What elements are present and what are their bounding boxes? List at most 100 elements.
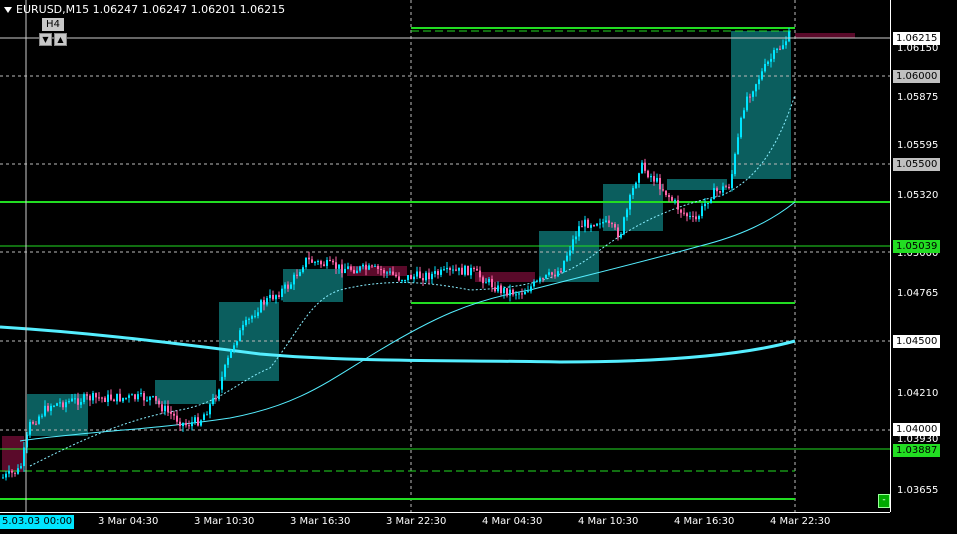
candle-body: [77, 398, 79, 405]
time-label: 4 Mar 16:30: [674, 516, 735, 527]
candle-body: [749, 96, 751, 98]
candle-body: [299, 271, 301, 276]
candle-body: [122, 397, 124, 402]
candle-body: [5, 473, 7, 478]
candle-body: [62, 402, 64, 408]
candle-body: [599, 223, 601, 225]
candle-body: [608, 220, 610, 224]
candle-body: [575, 236, 577, 240]
candle-body: [548, 272, 550, 275]
candle-body: [743, 110, 745, 118]
candle-body: [668, 195, 670, 198]
candle-body: [281, 288, 283, 297]
time-axis[interactable]: 5.03.03 00:00 3 Mar 04:30 3 Mar 10:30 3 …: [0, 512, 890, 534]
ma-medium: [19, 201, 796, 442]
candle-body: [230, 349, 232, 358]
candle-body: [443, 269, 445, 271]
menu-triangle-icon[interactable]: [4, 7, 12, 13]
candle-body: [116, 393, 118, 402]
collapse-button[interactable]: -: [878, 494, 890, 508]
candle-body: [356, 270, 358, 274]
candle-body: [701, 206, 703, 217]
candle-body: [617, 227, 619, 238]
candle-body: [509, 289, 511, 296]
moving-averages: [0, 94, 796, 467]
candle-body: [158, 400, 160, 405]
candle-body: [413, 276, 415, 280]
candle-body: [383, 270, 385, 274]
candle-body: [710, 199, 712, 203]
candle-body: [671, 197, 673, 201]
candle-body: [425, 272, 427, 281]
timeframe-down-button[interactable]: ▼: [39, 33, 52, 46]
candle-body: [392, 271, 394, 275]
triangle-up-icon: ▲: [57, 35, 64, 44]
candle-body: [227, 357, 229, 365]
candle-body: [251, 316, 253, 319]
candle-body: [206, 414, 208, 416]
candle-body: [656, 177, 658, 182]
candle-body: [8, 470, 10, 474]
candle-body: [200, 420, 202, 426]
chart-window[interactable]: EURUSD,M15 1.06247 1.06247 1.06201 1.062…: [0, 0, 957, 533]
candle-body: [212, 398, 214, 405]
ma-short: [29, 94, 796, 467]
price-chart[interactable]: [0, 0, 890, 512]
candle-body: [725, 186, 727, 188]
candle-body: [164, 405, 166, 412]
candle-body: [569, 250, 571, 256]
candle-body: [14, 472, 16, 474]
candle-body: [752, 91, 754, 97]
candle-body: [41, 415, 43, 417]
candle-body: [80, 402, 82, 405]
candle-body: [380, 269, 382, 271]
level-box: 1.06000: [893, 70, 941, 83]
ohlc-open: 1.06247: [92, 3, 139, 16]
candle-body: [707, 202, 709, 204]
candle-body: [641, 162, 643, 174]
candle-body: [515, 294, 517, 296]
candle-body: [32, 421, 34, 424]
candle-body: [506, 288, 508, 296]
candle-body: [113, 399, 115, 402]
candle-body: [2, 477, 4, 479]
candle-body: [398, 276, 400, 281]
candle-body: [692, 215, 694, 217]
candle-body: [455, 269, 457, 271]
candle-body: [143, 393, 145, 401]
time-label: 3 Mar 16:30: [290, 516, 351, 527]
candle-body: [119, 393, 121, 402]
candle-body: [536, 280, 538, 282]
candle-body: [35, 423, 37, 425]
timeframe-up-button[interactable]: ▲: [54, 33, 67, 46]
candle-body: [695, 216, 697, 220]
price-label: 1.05875: [897, 92, 939, 103]
candle-body: [620, 234, 622, 238]
candle-body: [434, 271, 436, 274]
candle-body: [533, 281, 535, 287]
candle-body: [29, 421, 31, 435]
time-label: 3 Mar 04:30: [98, 516, 159, 527]
candle-body: [629, 195, 631, 210]
candle-body: [218, 389, 220, 400]
timeframe-label[interactable]: H4: [42, 18, 64, 31]
candle-body: [716, 188, 718, 192]
candle-body: [125, 397, 127, 399]
candle-body: [491, 278, 493, 288]
triangle-down-icon: ▼: [42, 35, 49, 44]
price-axis[interactable]: 1.06215 1.06150 1.06000 1.05875 1.05595 …: [890, 0, 957, 512]
candle-body: [545, 274, 547, 279]
candle-body: [38, 416, 40, 424]
candle-body: [89, 395, 91, 401]
candle-body: [440, 269, 442, 275]
candle-body: [176, 415, 178, 422]
candle-body: [104, 397, 106, 402]
level-box: 1.05500: [893, 158, 941, 171]
candle-body: [530, 286, 532, 292]
ohlc-low: 1.06201: [190, 3, 237, 16]
timeframe-widget: H4 ▼ ▲: [39, 18, 70, 48]
candle-body: [602, 221, 604, 224]
candle-body: [311, 259, 313, 263]
candle-body: [674, 200, 676, 202]
candle-body: [335, 262, 337, 269]
